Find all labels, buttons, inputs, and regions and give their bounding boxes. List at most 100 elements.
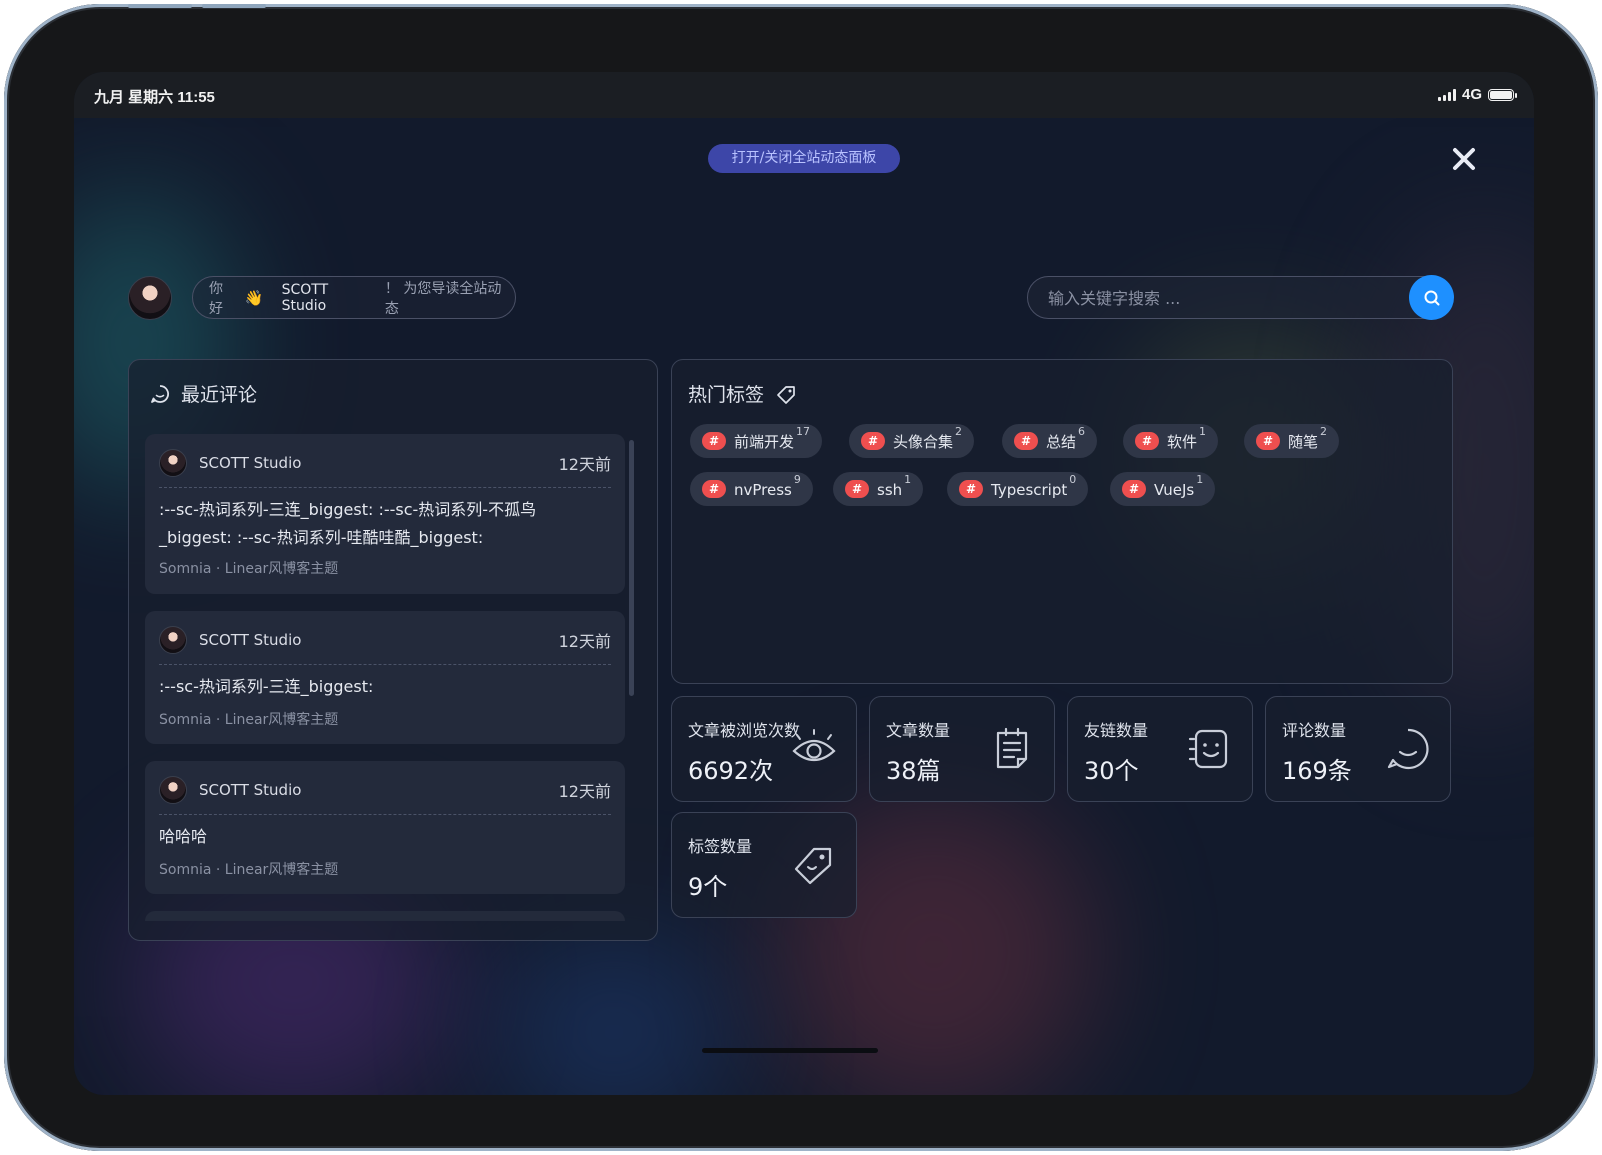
- stat-value: 6692次: [688, 757, 774, 785]
- tag-count: 0: [1069, 473, 1077, 486]
- comments-title: 最近评论: [181, 384, 258, 406]
- comment-card[interactable]: SCOTT Studio 12天前 哈哈哈 Somnia · Linear风博客…: [145, 761, 625, 894]
- tag-name: VueJs: [1154, 481, 1195, 499]
- stat-card-comments: 评论数量 169条: [1265, 696, 1451, 802]
- tags-title: 热门标签: [688, 384, 765, 406]
- comment-time: 12天前: [558, 455, 611, 474]
- stat-value: 38篇: [886, 757, 941, 785]
- comment-body: 哈哈哈: [159, 827, 208, 846]
- tag-chip[interactable]: # Typescript0: [947, 472, 1089, 506]
- tag-count: 17: [796, 424, 811, 438]
- comment-avatar: [159, 626, 187, 654]
- eye-icon: [792, 729, 836, 762]
- wave-icon: 👋: [244, 288, 264, 307]
- stat-value: 30个: [1084, 757, 1139, 785]
- toggle-panel-button[interactable]: 打开/关闭全站动态面板: [708, 144, 900, 173]
- status-time: 九月 星期六 11:55: [94, 89, 215, 106]
- hash-icon: #: [1135, 432, 1159, 450]
- hash-icon: #: [959, 480, 983, 498]
- tag-name: 软件: [1167, 432, 1198, 451]
- status-bar: 九月 星期六 11:55 4G: [74, 72, 1534, 118]
- tag-name: 总结: [1046, 432, 1077, 451]
- tag-chip[interactable]: # 随笔2: [1244, 424, 1340, 458]
- tag-icon: [777, 385, 795, 404]
- stat-value: 169条: [1282, 757, 1352, 785]
- tag-count: 1: [1199, 424, 1207, 438]
- greeting-pill: 你好 👋 SCOTT Studio ！ 为您导读全站动态: [192, 276, 516, 319]
- comment-icon: [151, 384, 169, 403]
- home-indicator[interactable]: [702, 1048, 878, 1053]
- tag-chip[interactable]: # 头像合集2: [849, 424, 975, 458]
- search-input[interactable]: [1046, 277, 1390, 320]
- scrollbar[interactable]: [629, 440, 634, 696]
- chat-bubble-icon: [1387, 728, 1429, 770]
- hash-icon: #: [702, 432, 726, 450]
- tag-chip[interactable]: # 总结6: [1002, 424, 1098, 458]
- tag-chip[interactable]: # VueJs1: [1110, 472, 1216, 506]
- tag-name: nvPress: [734, 481, 792, 499]
- tag-name: Typescript: [991, 481, 1068, 499]
- tag-count: 1: [904, 473, 912, 486]
- hot-tags-panel: 热门标签 # 前端开发17 # 头像合集2 # 总结6 # 软件1 # 随笔2 …: [671, 359, 1453, 684]
- tag-icon: [794, 847, 832, 885]
- tag-count: 2: [955, 424, 963, 438]
- stat-card-views: 文章被浏览次数 6692次: [671, 696, 857, 802]
- stat-label: 文章被浏览次数: [688, 721, 801, 740]
- tag-name: 头像合集: [893, 432, 954, 451]
- greeting-hello: 你好: [209, 280, 223, 317]
- stat-label: 标签数量: [688, 837, 753, 856]
- tag-count: 2: [1320, 424, 1328, 438]
- tablet-frame: 九月 星期六 11:55 4G 打开/关闭全站动态面板 你好 👋 SCOTT S…: [4, 4, 1598, 1151]
- comment-body: :--sc-热词系列-三连_biggest: :--sc-热词系列-不孤鸟_bi…: [159, 500, 537, 547]
- search-box: [1027, 276, 1452, 320]
- tag-name: 随笔: [1288, 432, 1319, 451]
- signal-icon: [1437, 88, 1456, 101]
- tag-count: 6: [1078, 424, 1086, 438]
- recent-comments-panel: 最近评论 SCOTT Studio 12天前 :--sc-热词系列-三连_big…: [128, 359, 658, 941]
- comment-meta: Somnia · Linear风博客主题: [159, 862, 339, 878]
- search-icon: [1424, 290, 1439, 305]
- comment-avatar: [159, 776, 187, 804]
- stat-label: 评论数量: [1282, 721, 1347, 740]
- divider: [159, 487, 611, 488]
- tag-chip[interactable]: # nvPress9: [690, 472, 813, 506]
- hash-icon: #: [845, 480, 869, 498]
- volume-button: [128, 4, 192, 8]
- stat-label: 文章数量: [886, 721, 951, 740]
- comment-time: 12天前: [558, 632, 611, 651]
- tag-name: 前端开发: [734, 432, 795, 451]
- comment-author: SCOTT Studio: [199, 781, 302, 799]
- greeting-tail: ！ 为您导读全站动态: [384, 280, 502, 317]
- network-label: 4G: [1461, 86, 1482, 103]
- tag-count: 1: [1196, 473, 1204, 486]
- face-scan-icon: [1188, 729, 1228, 769]
- hash-icon: #: [861, 432, 885, 450]
- tag-chip[interactable]: # ssh1: [833, 472, 924, 506]
- comment-card-partial: [145, 911, 625, 921]
- hash-icon: #: [1256, 432, 1280, 450]
- comment-author: SCOTT Studio: [199, 454, 302, 472]
- comment-time: 12天前: [558, 782, 611, 801]
- comment-avatar: [159, 449, 187, 477]
- search-button[interactable]: [1409, 275, 1454, 320]
- document-icon: [996, 727, 1028, 769]
- volume-button: [202, 4, 266, 8]
- comment-meta: Somnia · Linear风博客主题: [159, 712, 339, 728]
- close-icon[interactable]: [1449, 144, 1479, 174]
- hash-icon: #: [702, 480, 726, 498]
- hash-icon: #: [1014, 432, 1038, 450]
- battery-icon: [1488, 88, 1517, 101]
- divider: [159, 664, 611, 665]
- tag-count: 9: [793, 473, 801, 486]
- stat-card-articles: 文章数量 38篇: [869, 696, 1055, 802]
- stat-card-tags: 标签数量 9个: [671, 812, 857, 918]
- avatar[interactable]: [128, 276, 172, 320]
- tag-chip[interactable]: # 软件1: [1123, 424, 1219, 458]
- comment-card[interactable]: SCOTT Studio 12天前 :--sc-热词系列-三连_biggest:…: [145, 434, 625, 594]
- comment-meta: Somnia · Linear风博客主题: [159, 561, 339, 577]
- stat-value: 9个: [688, 873, 728, 901]
- tag-name: ssh: [877, 481, 903, 499]
- stat-card-links: 友链数量 30个: [1067, 696, 1253, 802]
- tag-chip[interactable]: # 前端开发17: [690, 424, 823, 458]
- comment-card[interactable]: SCOTT Studio 12天前 :--sc-热词系列-三连_biggest:…: [145, 611, 625, 744]
